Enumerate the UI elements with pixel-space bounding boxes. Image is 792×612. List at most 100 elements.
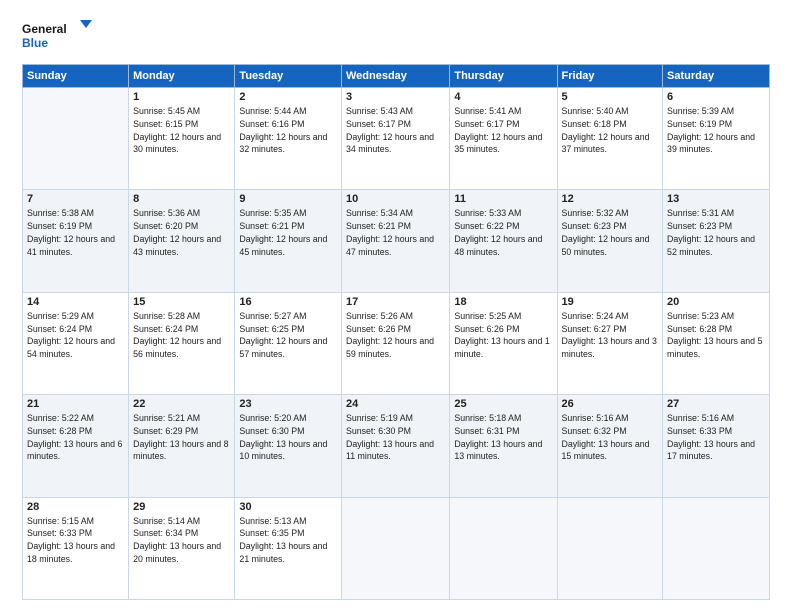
day-info: Sunrise: 5:14 AMSunset: 6:34 PMDaylight:… [133,515,230,566]
calendar-day-cell: 19 Sunrise: 5:24 AMSunset: 6:27 PMDaylig… [557,292,663,394]
day-number: 7 [27,193,124,205]
day-number: 12 [562,193,659,205]
day-number: 19 [562,296,659,308]
calendar-day-cell: 13 Sunrise: 5:31 AMSunset: 6:23 PMDaylig… [663,190,770,292]
day-number: 26 [562,398,659,410]
day-number: 5 [562,91,659,103]
calendar-week-row: 28 Sunrise: 5:15 AMSunset: 6:33 PMDaylig… [23,497,770,599]
calendar-day-cell: 25 Sunrise: 5:18 AMSunset: 6:31 PMDaylig… [450,395,557,497]
day-info: Sunrise: 5:43 AMSunset: 6:17 PMDaylight:… [346,105,445,156]
calendar-day-cell: 21 Sunrise: 5:22 AMSunset: 6:28 PMDaylig… [23,395,129,497]
day-number: 13 [667,193,765,205]
calendar-day-cell: 11 Sunrise: 5:33 AMSunset: 6:22 PMDaylig… [450,190,557,292]
calendar-day-cell: 8 Sunrise: 5:36 AMSunset: 6:20 PMDayligh… [129,190,235,292]
calendar-day-cell: 7 Sunrise: 5:38 AMSunset: 6:19 PMDayligh… [23,190,129,292]
calendar-day-cell: 24 Sunrise: 5:19 AMSunset: 6:30 PMDaylig… [341,395,449,497]
calendar-day-cell: 5 Sunrise: 5:40 AMSunset: 6:18 PMDayligh… [557,88,663,190]
day-number: 14 [27,296,124,308]
calendar-day-cell: 15 Sunrise: 5:28 AMSunset: 6:24 PMDaylig… [129,292,235,394]
calendar-day-cell: 16 Sunrise: 5:27 AMSunset: 6:25 PMDaylig… [235,292,342,394]
day-info: Sunrise: 5:27 AMSunset: 6:25 PMDaylight:… [239,310,337,361]
day-info: Sunrise: 5:39 AMSunset: 6:19 PMDaylight:… [667,105,765,156]
day-info: Sunrise: 5:32 AMSunset: 6:23 PMDaylight:… [562,207,659,258]
calendar-day-cell: 10 Sunrise: 5:34 AMSunset: 6:21 PMDaylig… [341,190,449,292]
weekday-header: Friday [557,65,663,88]
calendar-day-cell: 17 Sunrise: 5:26 AMSunset: 6:26 PMDaylig… [341,292,449,394]
calendar-day-cell: 3 Sunrise: 5:43 AMSunset: 6:17 PMDayligh… [341,88,449,190]
day-info: Sunrise: 5:40 AMSunset: 6:18 PMDaylight:… [562,105,659,156]
calendar-day-cell: 26 Sunrise: 5:16 AMSunset: 6:32 PMDaylig… [557,395,663,497]
day-number: 10 [346,193,445,205]
day-info: Sunrise: 5:16 AMSunset: 6:33 PMDaylight:… [667,412,765,463]
day-number: 9 [239,193,337,205]
day-info: Sunrise: 5:22 AMSunset: 6:28 PMDaylight:… [27,412,124,463]
day-number: 8 [133,193,230,205]
day-number: 18 [454,296,552,308]
day-info: Sunrise: 5:36 AMSunset: 6:20 PMDaylight:… [133,207,230,258]
calendar-day-cell: 22 Sunrise: 5:21 AMSunset: 6:29 PMDaylig… [129,395,235,497]
day-info: Sunrise: 5:45 AMSunset: 6:15 PMDaylight:… [133,105,230,156]
calendar-day-cell: 27 Sunrise: 5:16 AMSunset: 6:33 PMDaylig… [663,395,770,497]
day-info: Sunrise: 5:23 AMSunset: 6:28 PMDaylight:… [667,310,765,361]
day-number: 29 [133,501,230,513]
day-info: Sunrise: 5:16 AMSunset: 6:32 PMDaylight:… [562,412,659,463]
day-number: 27 [667,398,765,410]
weekday-header-row: SundayMondayTuesdayWednesdayThursdayFrid… [23,65,770,88]
calendar-day-cell: 1 Sunrise: 5:45 AMSunset: 6:15 PMDayligh… [129,88,235,190]
calendar-day-cell [557,497,663,599]
day-number: 30 [239,501,337,513]
day-info: Sunrise: 5:35 AMSunset: 6:21 PMDaylight:… [239,207,337,258]
day-info: Sunrise: 5:44 AMSunset: 6:16 PMDaylight:… [239,105,337,156]
logo: General Blue [22,18,92,54]
weekday-header: Sunday [23,65,129,88]
day-info: Sunrise: 5:13 AMSunset: 6:35 PMDaylight:… [239,515,337,566]
day-number: 15 [133,296,230,308]
day-number: 28 [27,501,124,513]
day-info: Sunrise: 5:33 AMSunset: 6:22 PMDaylight:… [454,207,552,258]
calendar-day-cell: 20 Sunrise: 5:23 AMSunset: 6:28 PMDaylig… [663,292,770,394]
calendar-day-cell: 12 Sunrise: 5:32 AMSunset: 6:23 PMDaylig… [557,190,663,292]
day-number: 3 [346,91,445,103]
day-info: Sunrise: 5:29 AMSunset: 6:24 PMDaylight:… [27,310,124,361]
day-info: Sunrise: 5:18 AMSunset: 6:31 PMDaylight:… [454,412,552,463]
day-info: Sunrise: 5:31 AMSunset: 6:23 PMDaylight:… [667,207,765,258]
day-info: Sunrise: 5:20 AMSunset: 6:30 PMDaylight:… [239,412,337,463]
calendar-day-cell [450,497,557,599]
calendar-week-row: 7 Sunrise: 5:38 AMSunset: 6:19 PMDayligh… [23,190,770,292]
day-number: 2 [239,91,337,103]
day-info: Sunrise: 5:34 AMSunset: 6:21 PMDaylight:… [346,207,445,258]
day-info: Sunrise: 5:15 AMSunset: 6:33 PMDaylight:… [27,515,124,566]
day-info: Sunrise: 5:26 AMSunset: 6:26 PMDaylight:… [346,310,445,361]
calendar-week-row: 14 Sunrise: 5:29 AMSunset: 6:24 PMDaylig… [23,292,770,394]
day-info: Sunrise: 5:41 AMSunset: 6:17 PMDaylight:… [454,105,552,156]
day-number: 21 [27,398,124,410]
weekday-header: Saturday [663,65,770,88]
day-number: 1 [133,91,230,103]
weekday-header: Wednesday [341,65,449,88]
calendar-table: SundayMondayTuesdayWednesdayThursdayFrid… [22,64,770,600]
day-info: Sunrise: 5:28 AMSunset: 6:24 PMDaylight:… [133,310,230,361]
svg-text:General: General [22,22,67,36]
calendar-day-cell: 4 Sunrise: 5:41 AMSunset: 6:17 PMDayligh… [450,88,557,190]
day-info: Sunrise: 5:21 AMSunset: 6:29 PMDaylight:… [133,412,230,463]
header: General Blue [22,18,770,54]
calendar-week-row: 1 Sunrise: 5:45 AMSunset: 6:15 PMDayligh… [23,88,770,190]
weekday-header: Thursday [450,65,557,88]
calendar-day-cell: 28 Sunrise: 5:15 AMSunset: 6:33 PMDaylig… [23,497,129,599]
day-info: Sunrise: 5:24 AMSunset: 6:27 PMDaylight:… [562,310,659,361]
day-info: Sunrise: 5:25 AMSunset: 6:26 PMDaylight:… [454,310,552,361]
calendar-day-cell: 9 Sunrise: 5:35 AMSunset: 6:21 PMDayligh… [235,190,342,292]
calendar-day-cell [663,497,770,599]
weekday-header: Tuesday [235,65,342,88]
calendar-day-cell: 14 Sunrise: 5:29 AMSunset: 6:24 PMDaylig… [23,292,129,394]
calendar-day-cell: 29 Sunrise: 5:14 AMSunset: 6:34 PMDaylig… [129,497,235,599]
logo-svg: General Blue [22,18,92,54]
weekday-header: Monday [129,65,235,88]
day-number: 25 [454,398,552,410]
calendar-day-cell: 6 Sunrise: 5:39 AMSunset: 6:19 PMDayligh… [663,88,770,190]
svg-text:Blue: Blue [22,36,48,50]
calendar-day-cell [23,88,129,190]
day-number: 17 [346,296,445,308]
calendar-week-row: 21 Sunrise: 5:22 AMSunset: 6:28 PMDaylig… [23,395,770,497]
day-info: Sunrise: 5:19 AMSunset: 6:30 PMDaylight:… [346,412,445,463]
